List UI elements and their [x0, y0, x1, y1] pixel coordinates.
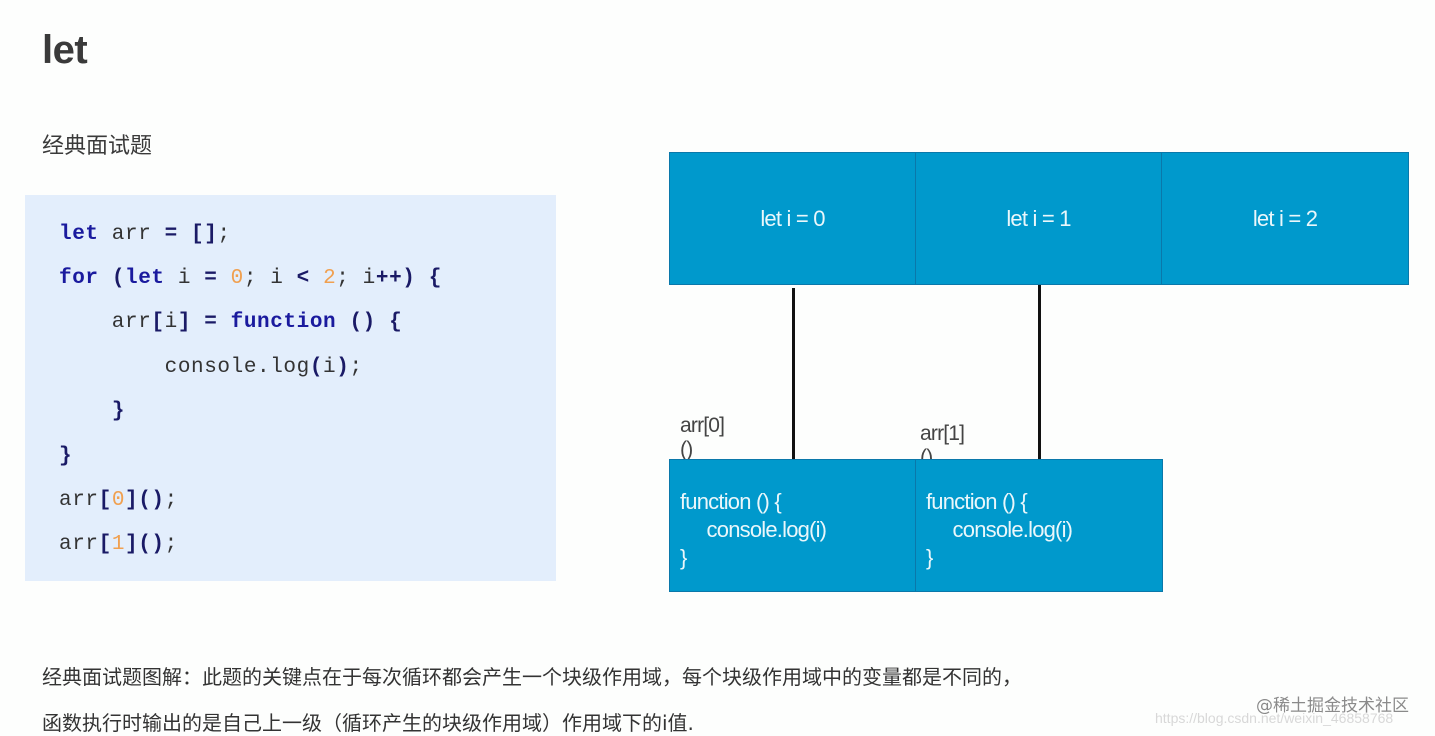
function-box-1: function () { console.log(i) } — [915, 459, 1163, 592]
code-punctuation: ] — [125, 489, 139, 512]
code-text: console.log — [59, 356, 310, 379]
code-text: i — [164, 267, 205, 290]
code-text: ; i — [243, 267, 297, 290]
code-text: ; — [349, 356, 363, 379]
code-punctuation: { — [389, 311, 403, 334]
code-number: 0 — [111, 489, 126, 512]
code-punctuation: [ — [151, 311, 165, 334]
code-text: arr — [59, 311, 152, 334]
code-punctuation: = — [204, 311, 218, 334]
code-text: arr — [59, 533, 99, 556]
explanation-line-2: 函数执行时输出的是自己上一级（循环产生的块级作用域）作用域下的i值. — [42, 711, 694, 735]
connector-line-0 — [792, 288, 795, 460]
code-punctuation: [ — [98, 489, 112, 512]
scope-box-2: let i = 2 — [1161, 152, 1409, 285]
code-punctuation: ( — [309, 356, 324, 379]
code-punctuation: () — [138, 533, 165, 556]
code-number: 2 — [323, 267, 337, 290]
page-title: let — [42, 28, 88, 72]
code-text: i — [323, 356, 337, 379]
scope-label: let i = 1 — [1006, 205, 1071, 231]
code-punctuation: ] — [125, 533, 139, 556]
code-keyword: for — [59, 267, 99, 290]
code-punctuation: ] — [177, 311, 192, 334]
code-punctuation: [ — [98, 533, 112, 556]
scope-box-1: let i = 1 — [915, 152, 1162, 285]
code-line: arr[1](); — [59, 533, 178, 556]
code-keyword: let — [59, 223, 99, 246]
explanation-line-1: 经典面试题图解：此题的关键点在于每次循环都会产生一个块级作用域，每个块级作用域中… — [42, 665, 1022, 689]
code-number: 1 — [111, 533, 126, 556]
code-line: arr[i] = function () { — [59, 311, 402, 334]
code-punctuation: () — [349, 311, 376, 334]
code-number: 0 — [230, 267, 244, 290]
code-text: ; i — [336, 267, 376, 290]
code-keyword: function — [230, 311, 337, 334]
function-box-0: function () { console.log(i) } — [669, 459, 916, 592]
code-block: let arr = []; for (let i = 0; i < 2; i++… — [25, 195, 556, 581]
connector-line-1 — [1038, 285, 1041, 460]
code-keyword: let — [125, 267, 165, 290]
code-punctuation: < — [296, 267, 310, 290]
code-punctuation: [] — [191, 223, 218, 246]
watermark-url: https://blog.csdn.net/weixin_46858768 — [1155, 710, 1394, 726]
code-text: arr — [59, 489, 99, 512]
code-punctuation: ++) — [375, 267, 416, 290]
code-punctuation: ) — [336, 356, 350, 379]
call-label-0: arr[0]() — [680, 414, 725, 461]
code-text: ; — [164, 533, 178, 556]
code-punctuation: { — [428, 267, 442, 290]
code-punctuation: = — [164, 223, 178, 246]
code-line: console.log(i); — [59, 356, 363, 379]
code-line: for (let i = 0; i < 2; i++) { — [59, 267, 442, 290]
code-punctuation: = — [204, 267, 218, 290]
code-line: arr[0](); — [59, 489, 178, 512]
code-punctuation: ( — [111, 267, 126, 290]
scope-label: let i = 0 — [760, 205, 825, 231]
scope-box-0: let i = 0 — [669, 152, 916, 285]
code-punctuation: } — [59, 445, 73, 468]
code-line: } — [59, 400, 125, 423]
code-punctuation: () — [138, 489, 165, 512]
code-line: let arr = []; — [59, 223, 231, 246]
code-punctuation: } — [111, 400, 126, 423]
code-text: arr — [98, 223, 165, 246]
code-line: } — [59, 445, 72, 468]
code-text: i — [164, 311, 178, 334]
scope-label: let i = 2 — [1252, 205, 1318, 231]
code-text: ; — [164, 489, 178, 512]
code-text: ; — [217, 223, 231, 246]
section-subtitle: 经典面试题 — [42, 134, 153, 159]
